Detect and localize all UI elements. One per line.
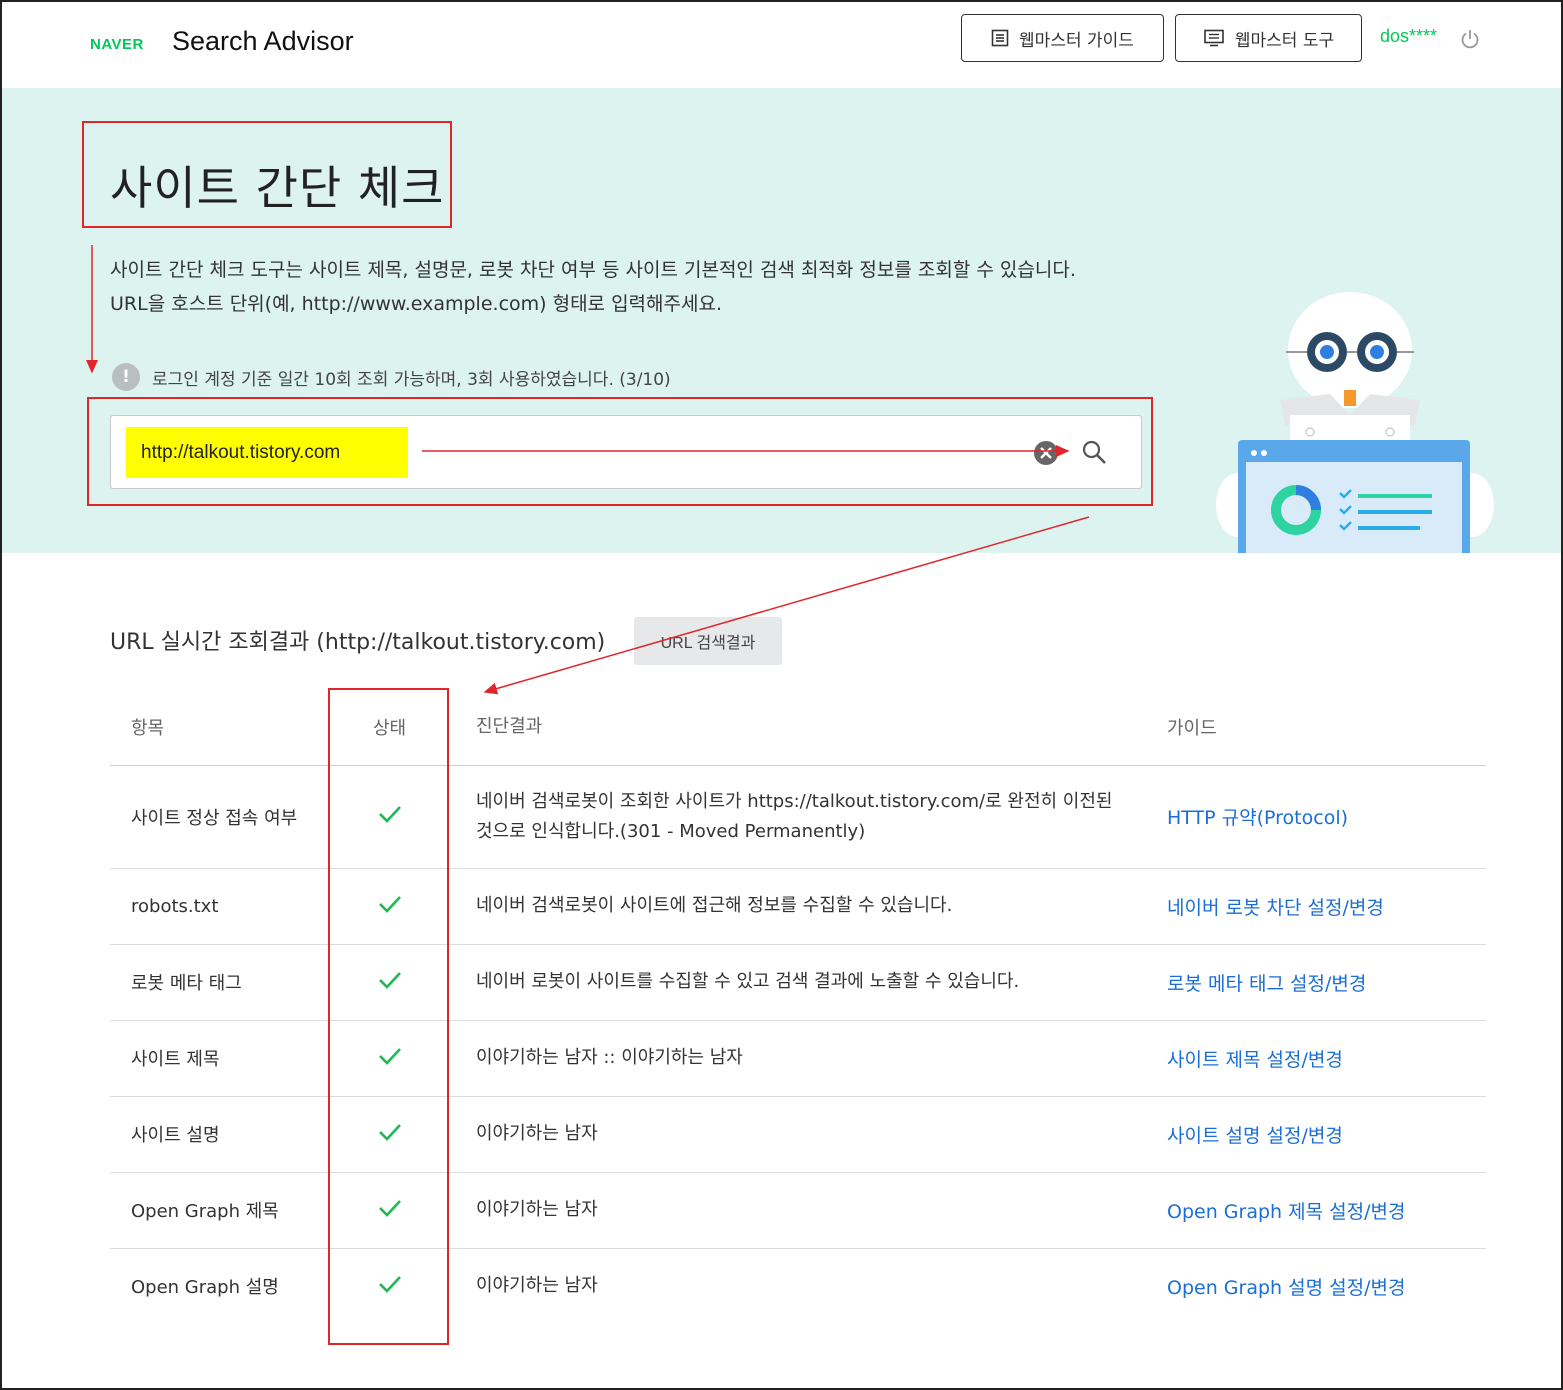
row-guide: 사이트 설명 설정/변경 xyxy=(1159,1096,1486,1173)
check-icon xyxy=(378,895,401,913)
result-table: 항목 상태 진단결과 가이드 사이트 정상 접속 여부 네이버 검색로봇이 조회… xyxy=(110,690,1486,1324)
result-title: URL 실시간 조회결과 (http://talkout.tistory.com… xyxy=(110,630,606,655)
check-icon xyxy=(378,806,401,823)
row-status xyxy=(330,1020,449,1097)
table-row: 로봇 메타 태그 네이버 로봇이 사이트를 수집할 수 있고 검색 결과에 노출… xyxy=(110,944,1486,1021)
usage-limit-notice: 로그인 계정 기준 일간 10회 조회 가능하며, 3회 사용하였습니다. (3… xyxy=(152,370,671,390)
webmaster-tool-button[interactable]: 웹마스터 도구 xyxy=(1175,14,1362,62)
monitor-icon xyxy=(1204,29,1224,47)
check-icon xyxy=(378,1275,401,1293)
naver-logo[interactable]: NAVER xyxy=(90,36,144,53)
guide-link[interactable]: 사이트 설명 설정/변경 xyxy=(1167,1125,1343,1147)
table-row: robots.txt 네이버 검색로봇이 사이트에 접근해 정보를 수집할 수 … xyxy=(110,868,1486,945)
row-diagnosis: 네이버 검색로봇이 사이트에 접근해 정보를 수집할 수 있습니다. xyxy=(449,868,1159,945)
check-icon xyxy=(378,1123,401,1141)
col-header-diagnosis: 진단결과 xyxy=(449,690,1159,766)
table-row: Open Graph 제목 이야기하는 남자 Open Graph 제목 설정/… xyxy=(110,1172,1486,1249)
row-item: 사이트 설명 xyxy=(110,1096,330,1173)
row-status xyxy=(330,1248,449,1324)
row-guide: HTTP 규약(Protocol) xyxy=(1159,765,1486,869)
row-status xyxy=(330,868,449,945)
table-row: 사이트 정상 접속 여부 네이버 검색로봇이 조회한 사이트가 https://… xyxy=(110,765,1486,869)
row-item: 사이트 정상 접속 여부 xyxy=(110,765,330,869)
row-diagnosis: 이야기하는 남자 :: 이야기하는 남자 xyxy=(449,1020,1159,1097)
row-status xyxy=(330,765,449,869)
robot-illustration xyxy=(1216,292,1494,553)
table-row: 사이트 제목 이야기하는 남자 :: 이야기하는 남자 사이트 제목 설정/변경 xyxy=(110,1020,1486,1097)
row-diagnosis: 이야기하는 남자 xyxy=(476,1275,598,1297)
guide-link[interactable]: HTTP 규약(Protocol) xyxy=(1167,807,1348,829)
row-item: 로봇 메타 태그 xyxy=(110,944,330,1021)
check-icon xyxy=(378,1199,401,1217)
page-title: 사이트 간단 체크 xyxy=(110,161,445,215)
col-header-item: 항목 xyxy=(110,690,330,766)
col-header-status: 상태 xyxy=(330,690,449,766)
row-guide: Open Graph 제목 설정/변경 xyxy=(1159,1172,1486,1249)
url-input-value[interactable]: http://talkout.tistory.com xyxy=(126,427,408,478)
webmaster-guide-label: 웹마스터 가이드 xyxy=(1019,30,1134,51)
user-id[interactable]: dos**** xyxy=(1380,26,1437,47)
app-name[interactable]: Search Advisor xyxy=(172,26,354,57)
guide-link[interactable]: 네이버 로봇 차단 설정/변경 xyxy=(1167,897,1384,919)
table-row: Open Graph 설명 이야기하는 남자 Open Graph 설명 설정/… xyxy=(110,1248,1486,1324)
table-row: 사이트 설명 이야기하는 남자 사이트 설명 설정/변경 xyxy=(110,1096,1486,1173)
col-header-guide: 가이드 xyxy=(1159,690,1486,766)
guide-link[interactable]: Open Graph 제목 설정/변경 xyxy=(1167,1201,1405,1223)
url-search-result-button[interactable]: URL 검색결과 xyxy=(634,617,782,665)
webmaster-guide-button[interactable]: 웹마스터 가이드 xyxy=(961,14,1164,62)
row-diagnosis: 네이버 검색로봇이 조회한 사이트가 https://talkout.tisto… xyxy=(449,765,1159,869)
row-guide: 사이트 제목 설정/변경 xyxy=(1159,1020,1486,1097)
check-icon xyxy=(378,1047,401,1065)
table-header-row: 항목 상태 진단결과 가이드 xyxy=(110,690,1486,766)
description-line-1: 사이트 간단 체크 도구는 사이트 제목, 설명문, 로봇 차단 여부 등 사이… xyxy=(110,259,1076,281)
guide-link[interactable]: 사이트 제목 설정/변경 xyxy=(1167,1049,1343,1071)
check-icon xyxy=(378,971,401,989)
guide-link[interactable]: 로봇 메타 태그 설정/변경 xyxy=(1167,973,1366,995)
page-description: 사이트 간단 체크 도구는 사이트 제목, 설명문, 로봇 차단 여부 등 사이… xyxy=(110,253,1076,321)
description-line-2: URL을 호스트 단위(예, http://www.example.com) 형… xyxy=(110,293,722,315)
row-status xyxy=(330,1096,449,1173)
info-icon: ! xyxy=(112,363,140,391)
search-icon[interactable] xyxy=(1080,438,1108,466)
guide-list-icon xyxy=(991,29,1009,47)
row-diagnosis: 네이버 로봇이 사이트를 수집할 수 있고 검색 결과에 노출할 수 있습니다. xyxy=(449,944,1159,1021)
row-guide: 로봇 메타 태그 설정/변경 xyxy=(1159,944,1486,1021)
row-guide: 네이버 로봇 차단 설정/변경 xyxy=(1159,868,1486,945)
power-icon[interactable] xyxy=(1459,28,1481,50)
row-guide: Open Graph 설명 설정/변경 xyxy=(1159,1248,1486,1324)
row-status xyxy=(330,944,449,1021)
clear-icon[interactable] xyxy=(1033,440,1059,466)
row-item: robots.txt xyxy=(110,868,330,945)
row-diagnosis: 이야기하는 남자 xyxy=(449,1096,1159,1173)
row-diagnosis: 이야기하는 남자 xyxy=(449,1172,1159,1249)
row-status xyxy=(330,1172,449,1249)
row-item: 사이트 제목 xyxy=(110,1020,330,1097)
row-item: Open Graph 제목 xyxy=(110,1172,330,1249)
row-item: Open Graph 설명 xyxy=(131,1277,279,1299)
guide-link[interactable]: Open Graph 설명 설정/변경 xyxy=(1167,1277,1405,1299)
webmaster-tool-label: 웹마스터 도구 xyxy=(1234,30,1335,51)
